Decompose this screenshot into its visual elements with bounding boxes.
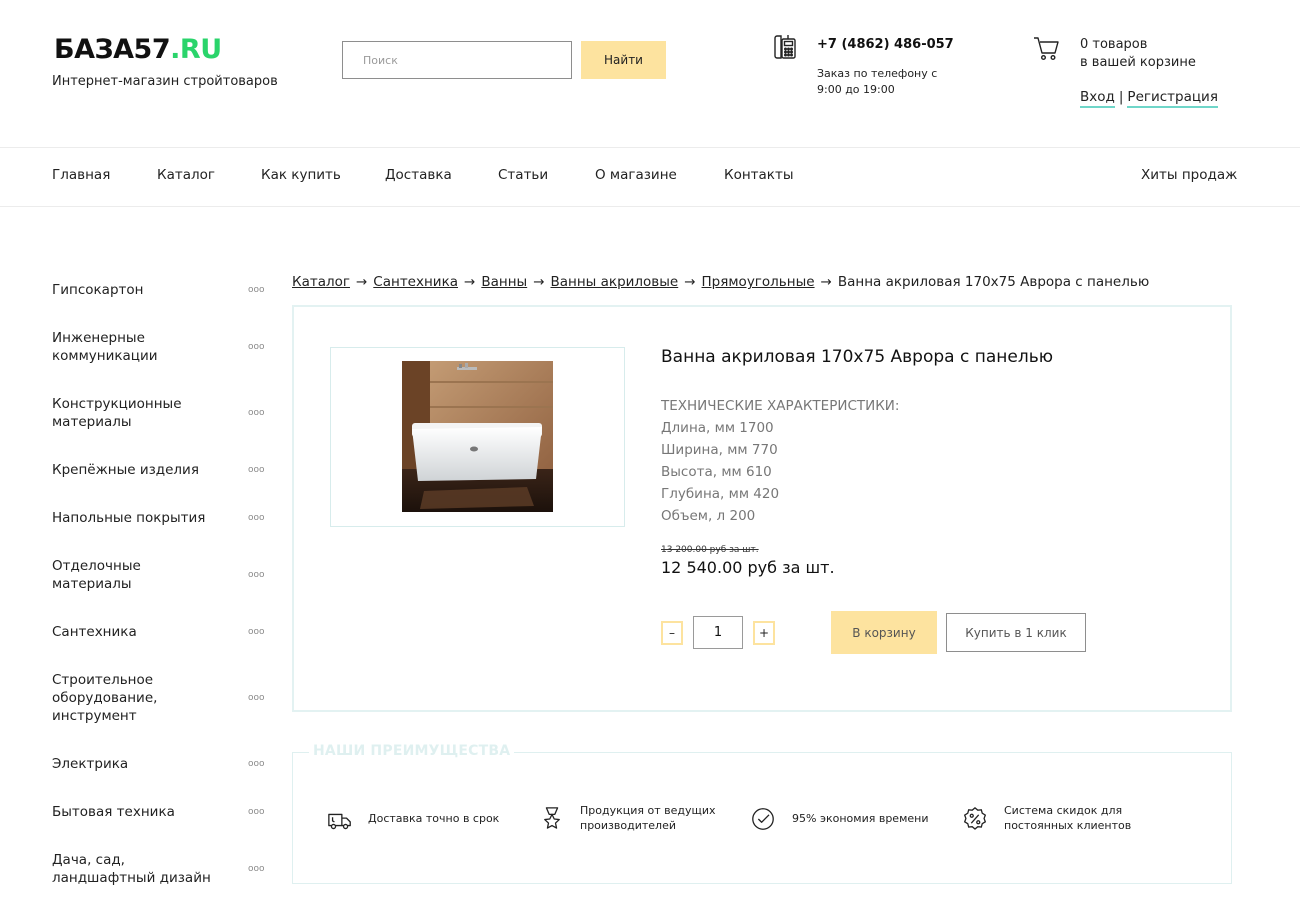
quantity-decrease-button[interactable]: – <box>661 621 683 645</box>
expand-dots-icon[interactable]: ооо <box>248 566 265 584</box>
category-label: Строительное оборудование, инструмент <box>52 672 158 724</box>
percent-icon <box>963 807 987 830</box>
breadcrumb-arrow: → <box>533 274 545 290</box>
expand-dots-icon[interactable]: ооо <box>248 623 265 641</box>
site-tagline: Интернет-магазин стройтоваров <box>52 74 278 89</box>
sidebar-category[interactable]: Сантехника ооо <box>52 623 272 641</box>
spec-row: Высота, мм 610 <box>661 464 772 480</box>
expand-dots-icon[interactable]: ооо <box>248 860 265 878</box>
breadcrumb: Каталог → Сантехника → Ванны → Ванны акриловые… <box>292 274 1149 290</box>
product-image[interactable] <box>402 361 553 512</box>
breadcrumb-arrow: → <box>464 274 476 290</box>
sidebar-category[interactable]: Крепёжные изделия ооо <box>52 461 272 479</box>
category-label: Сантехника <box>52 624 137 640</box>
quantity-increase-button[interactable]: + <box>753 621 775 645</box>
product-specs: ТЕХНИЧЕСКИЕ ХАРАКТЕРИСТИКИ: Длина, мм 17… <box>661 395 899 527</box>
expand-dots-icon[interactable]: ооо <box>248 281 265 299</box>
nav-item-about[interactable]: О магазине <box>595 167 677 183</box>
category-label: Конструкционные материалы <box>52 396 182 430</box>
product-image-frame[interactable] <box>330 347 625 527</box>
advantage-text: Система скидок для постоянных клиентов <box>1004 804 1132 832</box>
cart-caption: в вашей корзине <box>1080 55 1196 70</box>
spec-row: Длина, мм 1700 <box>661 420 774 436</box>
logo-suffix: .RU <box>170 34 222 65</box>
search-input[interactable] <box>342 41 572 79</box>
category-label: Электрика <box>52 756 129 772</box>
breadcrumb-link[interactable]: Ванны <box>481 274 527 290</box>
nav-item-home[interactable]: Главная <box>52 167 110 183</box>
breadcrumb-arrow: → <box>820 274 832 290</box>
category-label: Инженерные коммуникации <box>52 330 158 364</box>
nav-item-delivery[interactable]: Доставка <box>385 167 452 183</box>
advantage-text: Доставка точно в срок <box>368 812 500 825</box>
sidebar-category[interactable]: Электрика ооо <box>52 755 272 773</box>
category-label: Дача, сад, ландшафтный дизайн <box>52 852 211 886</box>
phone-hours: Заказ по телефону с 9:00 до 19:00 <box>817 67 938 96</box>
expand-dots-icon[interactable]: ооо <box>248 755 265 773</box>
nav-item-bestsellers[interactable]: Хиты продаж <box>1141 167 1237 183</box>
register-link[interactable]: Регистрация <box>1127 89 1218 108</box>
quantity-input[interactable] <box>693 616 743 649</box>
sidebar-category[interactable]: Конструкционные материалы ооо <box>52 395 265 431</box>
advantages-title: НАШИ ПРЕИМУЩЕСТВА <box>309 743 515 759</box>
auth-separator: | <box>1118 89 1124 105</box>
product-title: Ванна акриловая 170х75 Аврора с панелью <box>661 347 1054 367</box>
expand-dots-icon[interactable]: ооо <box>248 338 265 356</box>
cart-count: 0 товаров <box>1080 37 1148 52</box>
add-to-cart-button[interactable]: В корзину <box>831 611 937 654</box>
old-price: 13 200.00 руб за шт. <box>661 545 759 555</box>
specs-heading: ТЕХНИЧЕСКИЕ ХАРАКТЕРИСТИКИ: <box>661 398 900 414</box>
category-label: Бытовая техника <box>52 804 175 820</box>
breadcrumb-link[interactable]: Ванны акриловые <box>551 274 679 290</box>
advantage-text: 95% экономия времени <box>792 812 929 825</box>
expand-dots-icon[interactable]: ооо <box>248 689 265 707</box>
category-label: Напольные покрытия <box>52 510 206 526</box>
phone-icon <box>774 35 796 59</box>
breadcrumb-link[interactable]: Сантехника <box>373 274 458 290</box>
spec-row: Объем, л 200 <box>661 508 756 524</box>
main-nav: Главная Каталог Как купить Доставка Стат… <box>0 147 1300 207</box>
breadcrumb-link[interactable]: Прямоугольные <box>702 274 815 290</box>
login-link[interactable]: Вход <box>1080 89 1115 108</box>
category-label: Отделочные материалы <box>52 558 141 592</box>
nav-item-contacts[interactable]: Контакты <box>724 167 793 183</box>
spec-row: Ширина, мм 770 <box>661 442 778 458</box>
breadcrumb-arrow: → <box>355 274 368 290</box>
expand-dots-icon[interactable]: ооо <box>248 803 265 821</box>
nav-item-catalog[interactable]: Каталог <box>157 167 215 183</box>
phone-number[interactable]: +7 (4862) 486-057 <box>817 37 954 52</box>
sidebar-category[interactable]: Инженерные коммуникации ооо <box>52 329 265 365</box>
current-price: 12 540.00 руб за шт. <box>661 558 835 577</box>
cart-icon[interactable] <box>1032 34 1060 62</box>
buy-one-click-button[interactable]: Купить в 1 клик <box>946 613 1086 652</box>
sidebar-category[interactable]: Бытовая техника ооо <box>52 803 272 821</box>
search-button[interactable]: Найти <box>581 41 666 79</box>
category-label: Крепёжные изделия <box>52 462 199 478</box>
nav-item-articles[interactable]: Статьи <box>498 167 548 183</box>
product-card: Ванна акриловая 170х75 Аврора с панелью … <box>292 305 1232 712</box>
nav-item-how-to-buy[interactable]: Как купить <box>261 167 341 183</box>
auth-links: Вход | Регистрация <box>1080 89 1218 108</box>
expand-dots-icon[interactable]: ооо <box>248 461 265 479</box>
spec-row: Глубина, мм 420 <box>661 486 780 502</box>
breadcrumb-current: Ванна акриловая 170х75 Аврора с панелью <box>837 274 1150 290</box>
logo-main: БАЗА57 <box>54 34 171 65</box>
sidebar-category[interactable]: Дача, сад, ландшафтный дизайн ооо <box>52 851 265 887</box>
sidebar-category[interactable]: Гипсокартон ооо <box>52 281 272 299</box>
sidebar-category[interactable]: Строительное оборудование, инструмент ооо <box>52 671 265 725</box>
expand-dots-icon[interactable]: ооо <box>248 404 265 422</box>
expand-dots-icon[interactable]: ооо <box>248 509 265 527</box>
category-label: Гипсокартон <box>52 282 144 298</box>
sidebar-category[interactable]: Отделочные материалы ооо <box>52 557 265 593</box>
breadcrumb-arrow: → <box>684 274 696 290</box>
sidebar-category[interactable]: Напольные покрытия ооо <box>52 509 272 527</box>
breadcrumb-link[interactable]: Каталог <box>292 274 350 290</box>
check-circle-icon <box>752 808 774 830</box>
site-logo[interactable]: БАЗА57.RU <box>54 34 222 66</box>
advantage-text: Продукция от ведущих производителей <box>580 804 716 832</box>
award-icon <box>544 807 560 829</box>
cart-summary[interactable]: 0 товаров в вашей корзине <box>1080 36 1196 72</box>
advantages-section: НАШИ ПРЕИМУЩЕСТВА Доставка точно в срок … <box>292 743 1232 884</box>
truck-icon <box>328 813 351 830</box>
